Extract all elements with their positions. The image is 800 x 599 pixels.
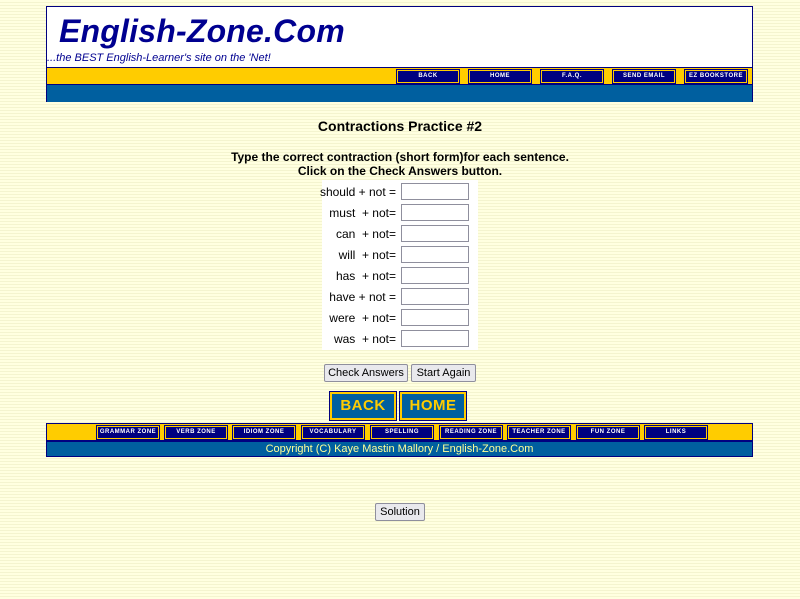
copyright-text: Copyright (C) Kaye Mastin Mallory / Engl… (46, 441, 753, 457)
nav-reading-zone-button[interactable]: READING ZONE (439, 425, 503, 440)
quiz-row-label: will + not= (338, 248, 396, 262)
nav-spelling-button[interactable]: SPELLING (370, 425, 434, 440)
nav-grammar-zone-button[interactable]: GRAMMAR ZONE (96, 425, 160, 440)
answer-input-were[interactable] (401, 309, 469, 326)
solution-button[interactable]: Solution (375, 503, 425, 521)
quiz-row-label: has + not= (335, 269, 396, 283)
nav-back-button[interactable]: BACK (396, 69, 460, 84)
top-nav-bar: BACK HOME F.A.Q. SEND EMAIL EZ BOOKSTORE (47, 67, 752, 85)
site-header: English-Zone.Com ...the BEST English-Lea… (46, 6, 753, 102)
quiz-row-label: was + not= (333, 332, 396, 346)
quiz-row-label: can + not= (335, 227, 396, 241)
page-title: Contractions Practice #2 (317, 118, 483, 134)
nav-links-button[interactable]: LINKS (644, 425, 708, 440)
nav-ez-bookstore-button[interactable]: EZ BOOKSTORE (684, 69, 748, 84)
answer-input-will[interactable] (401, 246, 469, 263)
quiz-row: will + not= (322, 244, 478, 265)
answer-input-should[interactable] (401, 183, 469, 200)
check-answers-button[interactable]: Check Answers (324, 364, 408, 382)
quiz-row: can + not= (322, 223, 478, 244)
start-again-button[interactable]: Start Again (411, 364, 476, 382)
quiz-row: must + not= (322, 202, 478, 223)
quiz-row: have + not = (322, 286, 478, 307)
header-blue-bar (47, 85, 752, 102)
nav-vocabulary-button[interactable]: VOCABULARY (301, 425, 365, 440)
answer-input-was[interactable] (401, 330, 469, 347)
bottom-nav-bar: GRAMMAR ZONE VERB ZONE IDIOM ZONE VOCABU… (46, 423, 753, 441)
site-title[interactable]: English-Zone.Com (59, 13, 345, 50)
nav-idiom-zone-button[interactable]: IDIOM ZONE (232, 425, 296, 440)
quiz-row: was + not= (322, 328, 478, 349)
quiz-row-label: were + not= (329, 311, 396, 325)
answer-input-can[interactable] (401, 225, 469, 242)
nav-faq-button[interactable]: F.A.Q. (540, 69, 604, 84)
quiz-row: has + not= (322, 265, 478, 286)
answer-input-must[interactable] (401, 204, 469, 221)
quiz-row: should + not = (319, 181, 478, 202)
nav-home-button[interactable]: HOME (468, 69, 532, 84)
instruction-line-2: Click on the Check Answers button. (297, 164, 503, 178)
quiz-row-label: have + not = (329, 290, 396, 304)
quiz-row-label: must + not= (329, 206, 396, 220)
answer-input-has[interactable] (401, 267, 469, 284)
nav-send-email-button[interactable]: SEND EMAIL (612, 69, 676, 84)
nav-teacher-zone-button[interactable]: TEACHER ZONE (507, 425, 571, 440)
quiz-row-label: should + not = (319, 185, 396, 199)
site-tagline: ...the BEST English-Learner's site on th… (47, 52, 271, 64)
quiz-form: should + not = must + not= can + not= wi… (319, 180, 478, 350)
quiz-row: were + not= (322, 307, 478, 328)
back-button[interactable]: BACK (329, 391, 397, 421)
answer-input-have[interactable] (401, 288, 469, 305)
instruction-line-1: Type the correct contraction (short form… (231, 150, 569, 164)
nav-fun-zone-button[interactable]: FUN ZONE (576, 425, 640, 440)
home-button[interactable]: HOME (399, 391, 467, 421)
nav-verb-zone-button[interactable]: VERB ZONE (164, 425, 228, 440)
